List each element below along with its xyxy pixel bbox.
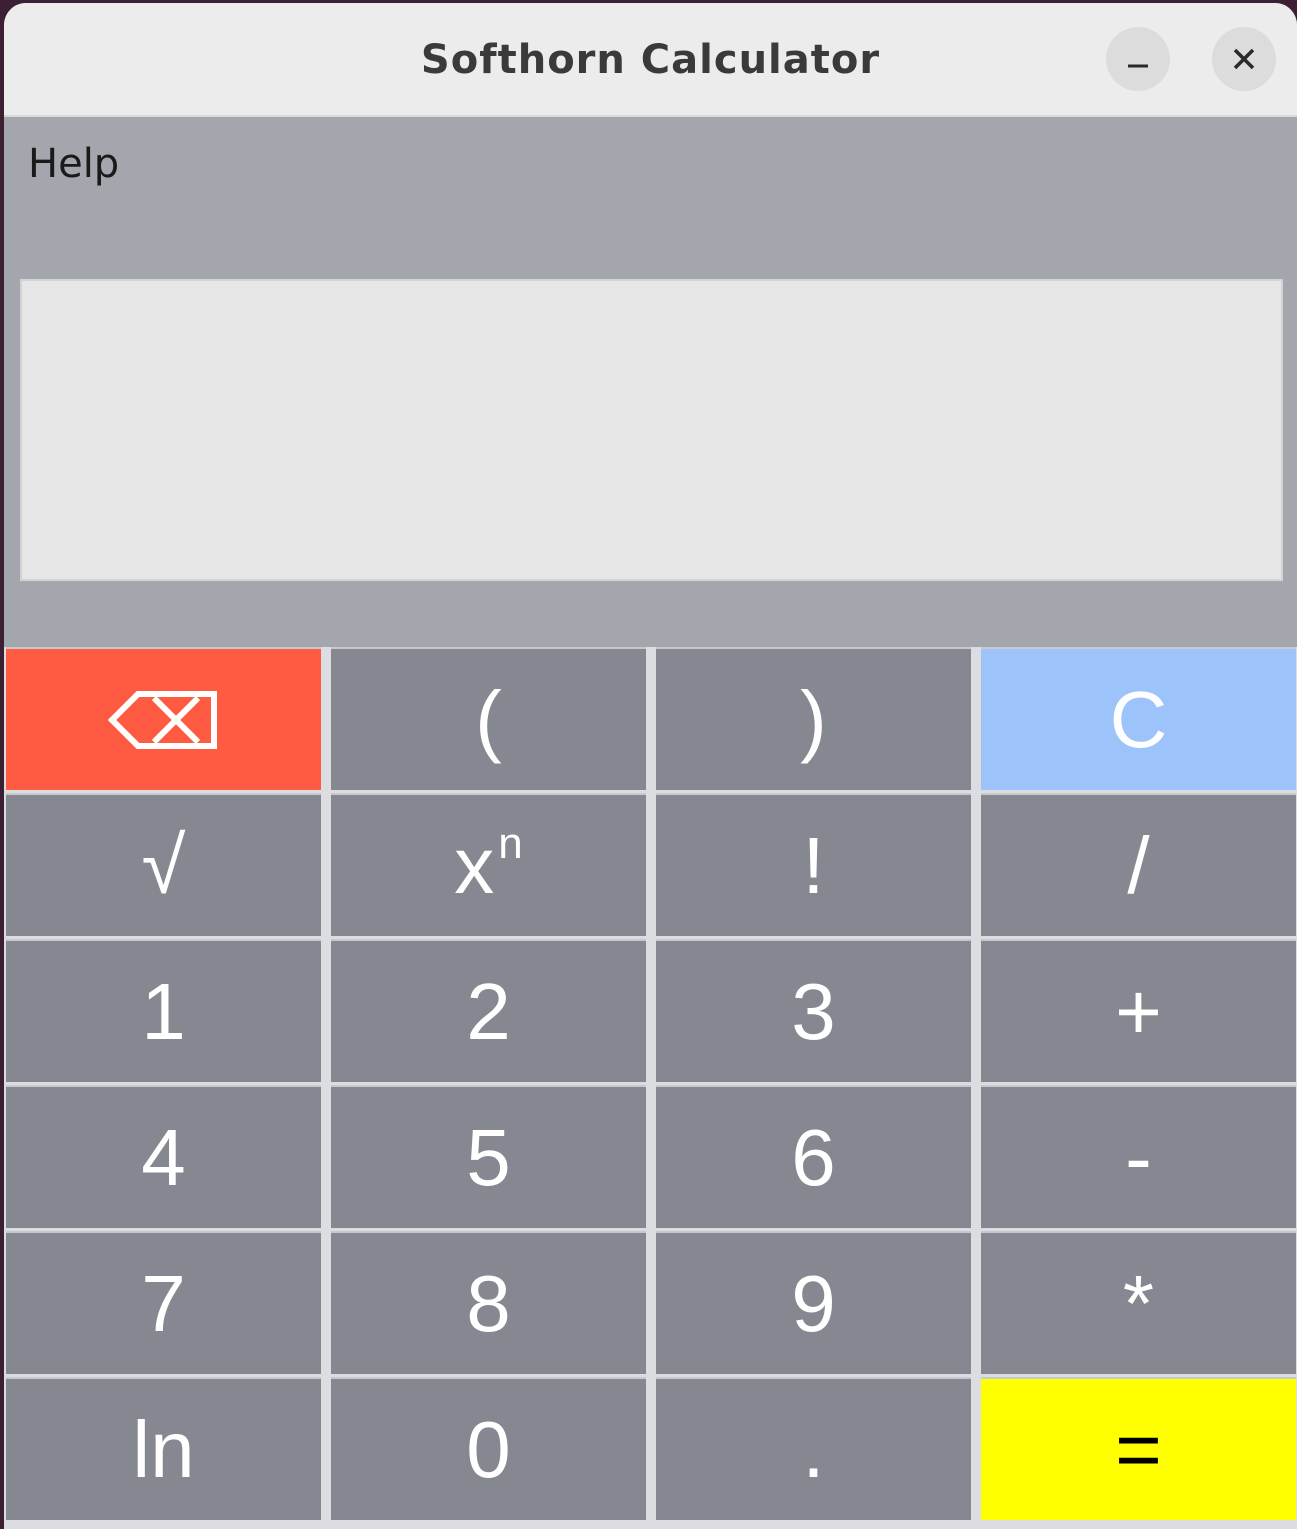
close-button[interactable] — [1212, 27, 1276, 91]
digit-9-button[interactable]: 9 — [656, 1231, 971, 1374]
plus-button[interactable]: + — [981, 939, 1296, 1082]
power-base-label: x — [454, 820, 495, 910]
minimize-icon — [1128, 64, 1148, 68]
digit-4-button[interactable]: 4 — [6, 1085, 321, 1228]
digit-6-button[interactable]: 6 — [656, 1085, 971, 1228]
backspace-icon — [107, 690, 217, 749]
menu-bar: Help — [4, 117, 1297, 217]
power-button[interactable]: xn — [331, 793, 646, 936]
digit-3-button[interactable]: 3 — [656, 939, 971, 1082]
digit-0-button[interactable]: 0 — [331, 1377, 646, 1520]
equals-button[interactable]: = — [981, 1377, 1296, 1520]
digit-2-button[interactable]: 2 — [331, 939, 646, 1082]
digit-8-button[interactable]: 8 — [331, 1231, 646, 1374]
sqrt-button[interactable]: √ — [6, 793, 321, 936]
window-title: Softhorn Calculator — [420, 37, 881, 83]
clear-button[interactable]: C — [981, 647, 1296, 790]
keypad: ( ) C √ xn ! / 1 2 3 + 4 5 6 - 7 8 9 * l… — [4, 647, 1297, 1529]
minimize-button[interactable] — [1106, 27, 1170, 91]
ln-button[interactable]: ln — [6, 1377, 321, 1520]
minus-button[interactable]: - — [981, 1085, 1296, 1228]
backspace-button[interactable] — [6, 647, 321, 790]
digit-1-button[interactable]: 1 — [6, 939, 321, 1082]
power-exponent-label: n — [498, 818, 523, 868]
open-paren-button[interactable]: ( — [331, 647, 646, 790]
calculator-display — [20, 279, 1283, 581]
factorial-button[interactable]: ! — [656, 793, 971, 936]
menu-help[interactable]: Help — [28, 141, 119, 187]
multiply-button[interactable]: * — [981, 1231, 1296, 1374]
close-paren-button[interactable]: ) — [656, 647, 971, 790]
digit-7-button[interactable]: 7 — [6, 1231, 321, 1374]
decimal-button[interactable]: . — [656, 1377, 971, 1520]
title-bar[interactable]: Softhorn Calculator — [4, 3, 1297, 117]
digit-5-button[interactable]: 5 — [331, 1085, 646, 1228]
close-icon — [1233, 48, 1255, 70]
divide-button[interactable]: / — [981, 793, 1296, 936]
calculator-window: Softhorn Calculator Help ( ) C √ x n ! /… — [4, 3, 1297, 1529]
